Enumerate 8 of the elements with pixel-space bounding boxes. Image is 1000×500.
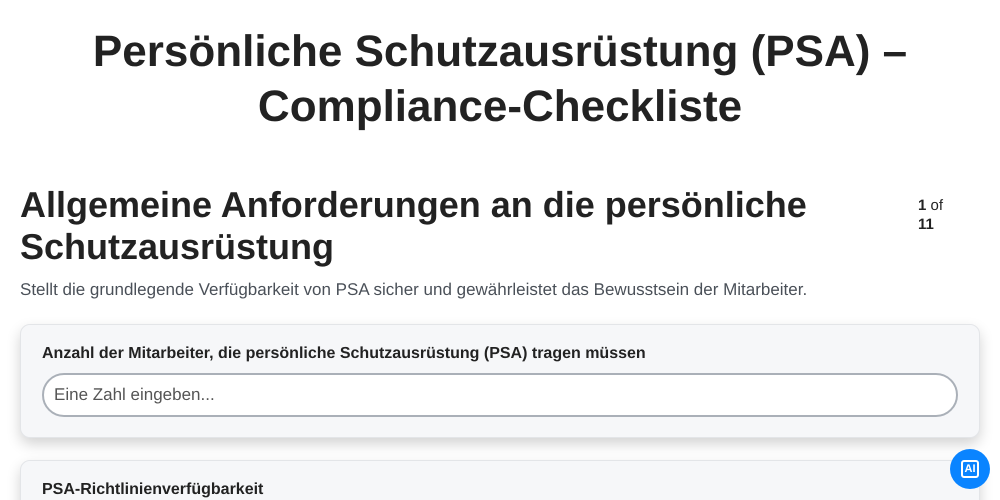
- section-description: Stellt die grundlegende Verfügbarkeit von PSA sicher und gewährleistet das Bewusstsein der Mitarbeiter.: [20, 280, 808, 300]
- section-heading: Allgemeine Anforderungen an die persönliche Schutzausrüstung: [20, 184, 808, 268]
- page-title: Persönliche Schutzausrüstung (PSA) – Compliance-Checkliste: [92, 26, 908, 133]
- question-label: Anzahl der Mitarbeiter, die persönliche Schutzausrüstung (PSA) tragen müssen: [42, 345, 647, 363]
- number-field[interactable]: Eine Zahl eingeben...: [42, 373, 958, 417]
- page-counter: 1 of 11: [918, 196, 944, 234]
- ai-assistant-button[interactable]: AI: [950, 449, 990, 489]
- question-label: PSA-Richtlinienverfügbarkeit: [42, 481, 264, 499]
